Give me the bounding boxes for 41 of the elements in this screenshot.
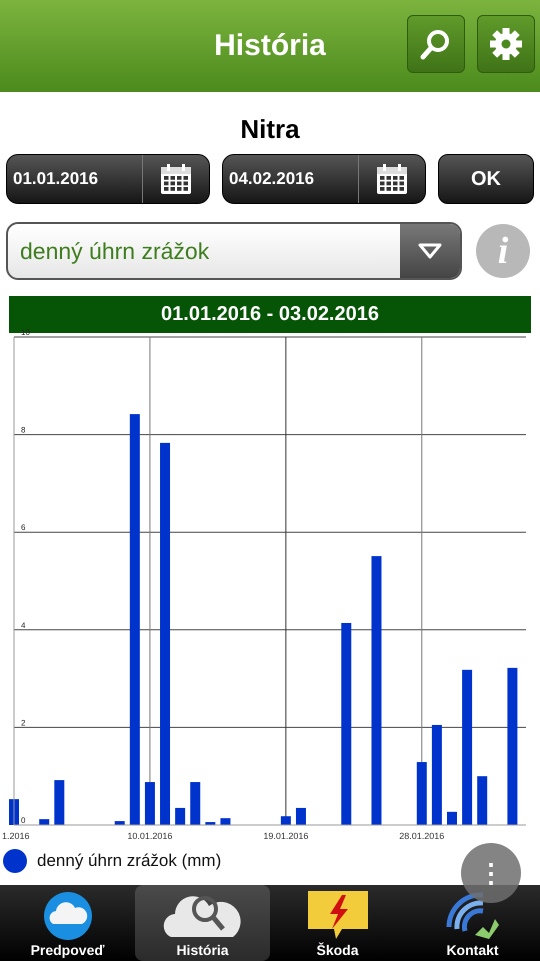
more-button[interactable]: ⋮ xyxy=(461,843,521,903)
search-button[interactable] xyxy=(407,15,465,73)
warning-bubble-icon xyxy=(306,889,370,941)
x-tick-label: 19.01.2016 xyxy=(263,831,308,841)
x-tick-label: 28.01.2016 xyxy=(399,831,444,841)
legend-label: denný úhrn zrážok (mm) xyxy=(37,851,222,871)
x-tick-label: 10.01.2016 xyxy=(127,831,172,841)
bar xyxy=(447,812,457,825)
y-tick-label: 2 xyxy=(21,718,26,728)
bar xyxy=(39,819,50,825)
dropdown-arrow-icon xyxy=(417,242,443,260)
date-field[interactable]: 04.02.2016 xyxy=(222,154,426,204)
screen-title: História xyxy=(214,29,326,63)
nav-tab[interactable]: Predpoveď xyxy=(0,885,135,961)
settings-button[interactable] xyxy=(477,15,535,73)
y-tick-label: 4 xyxy=(21,620,26,630)
bar xyxy=(190,782,200,825)
y-tick-label: 6 xyxy=(21,523,26,532)
location-title: Nitra xyxy=(239,114,301,146)
nav-tab[interactable]: História xyxy=(135,885,270,961)
bar xyxy=(175,808,186,825)
bar xyxy=(477,776,488,825)
bar xyxy=(205,822,216,825)
bar xyxy=(144,782,155,825)
calendar-icon xyxy=(375,162,409,196)
bar xyxy=(220,818,230,825)
measure-dropdown[interactable]: denný úhrn zrážok xyxy=(6,222,462,280)
ok-button[interactable]: OK xyxy=(438,154,534,204)
date-field[interactable]: 01.01.2016 xyxy=(6,154,210,204)
bar xyxy=(9,799,19,825)
y-tick-label: 8 xyxy=(21,426,26,435)
bar xyxy=(416,762,427,825)
bar xyxy=(280,816,291,825)
x-tick-label: 1.2016 xyxy=(2,831,30,841)
nav-tab[interactable]: Škoda xyxy=(270,885,405,961)
y-tick-label: 0 xyxy=(21,816,26,825)
settings-icon xyxy=(489,27,523,61)
calendar-icon xyxy=(159,162,193,196)
bar xyxy=(296,808,306,825)
bar xyxy=(114,821,125,825)
bar xyxy=(54,780,64,825)
